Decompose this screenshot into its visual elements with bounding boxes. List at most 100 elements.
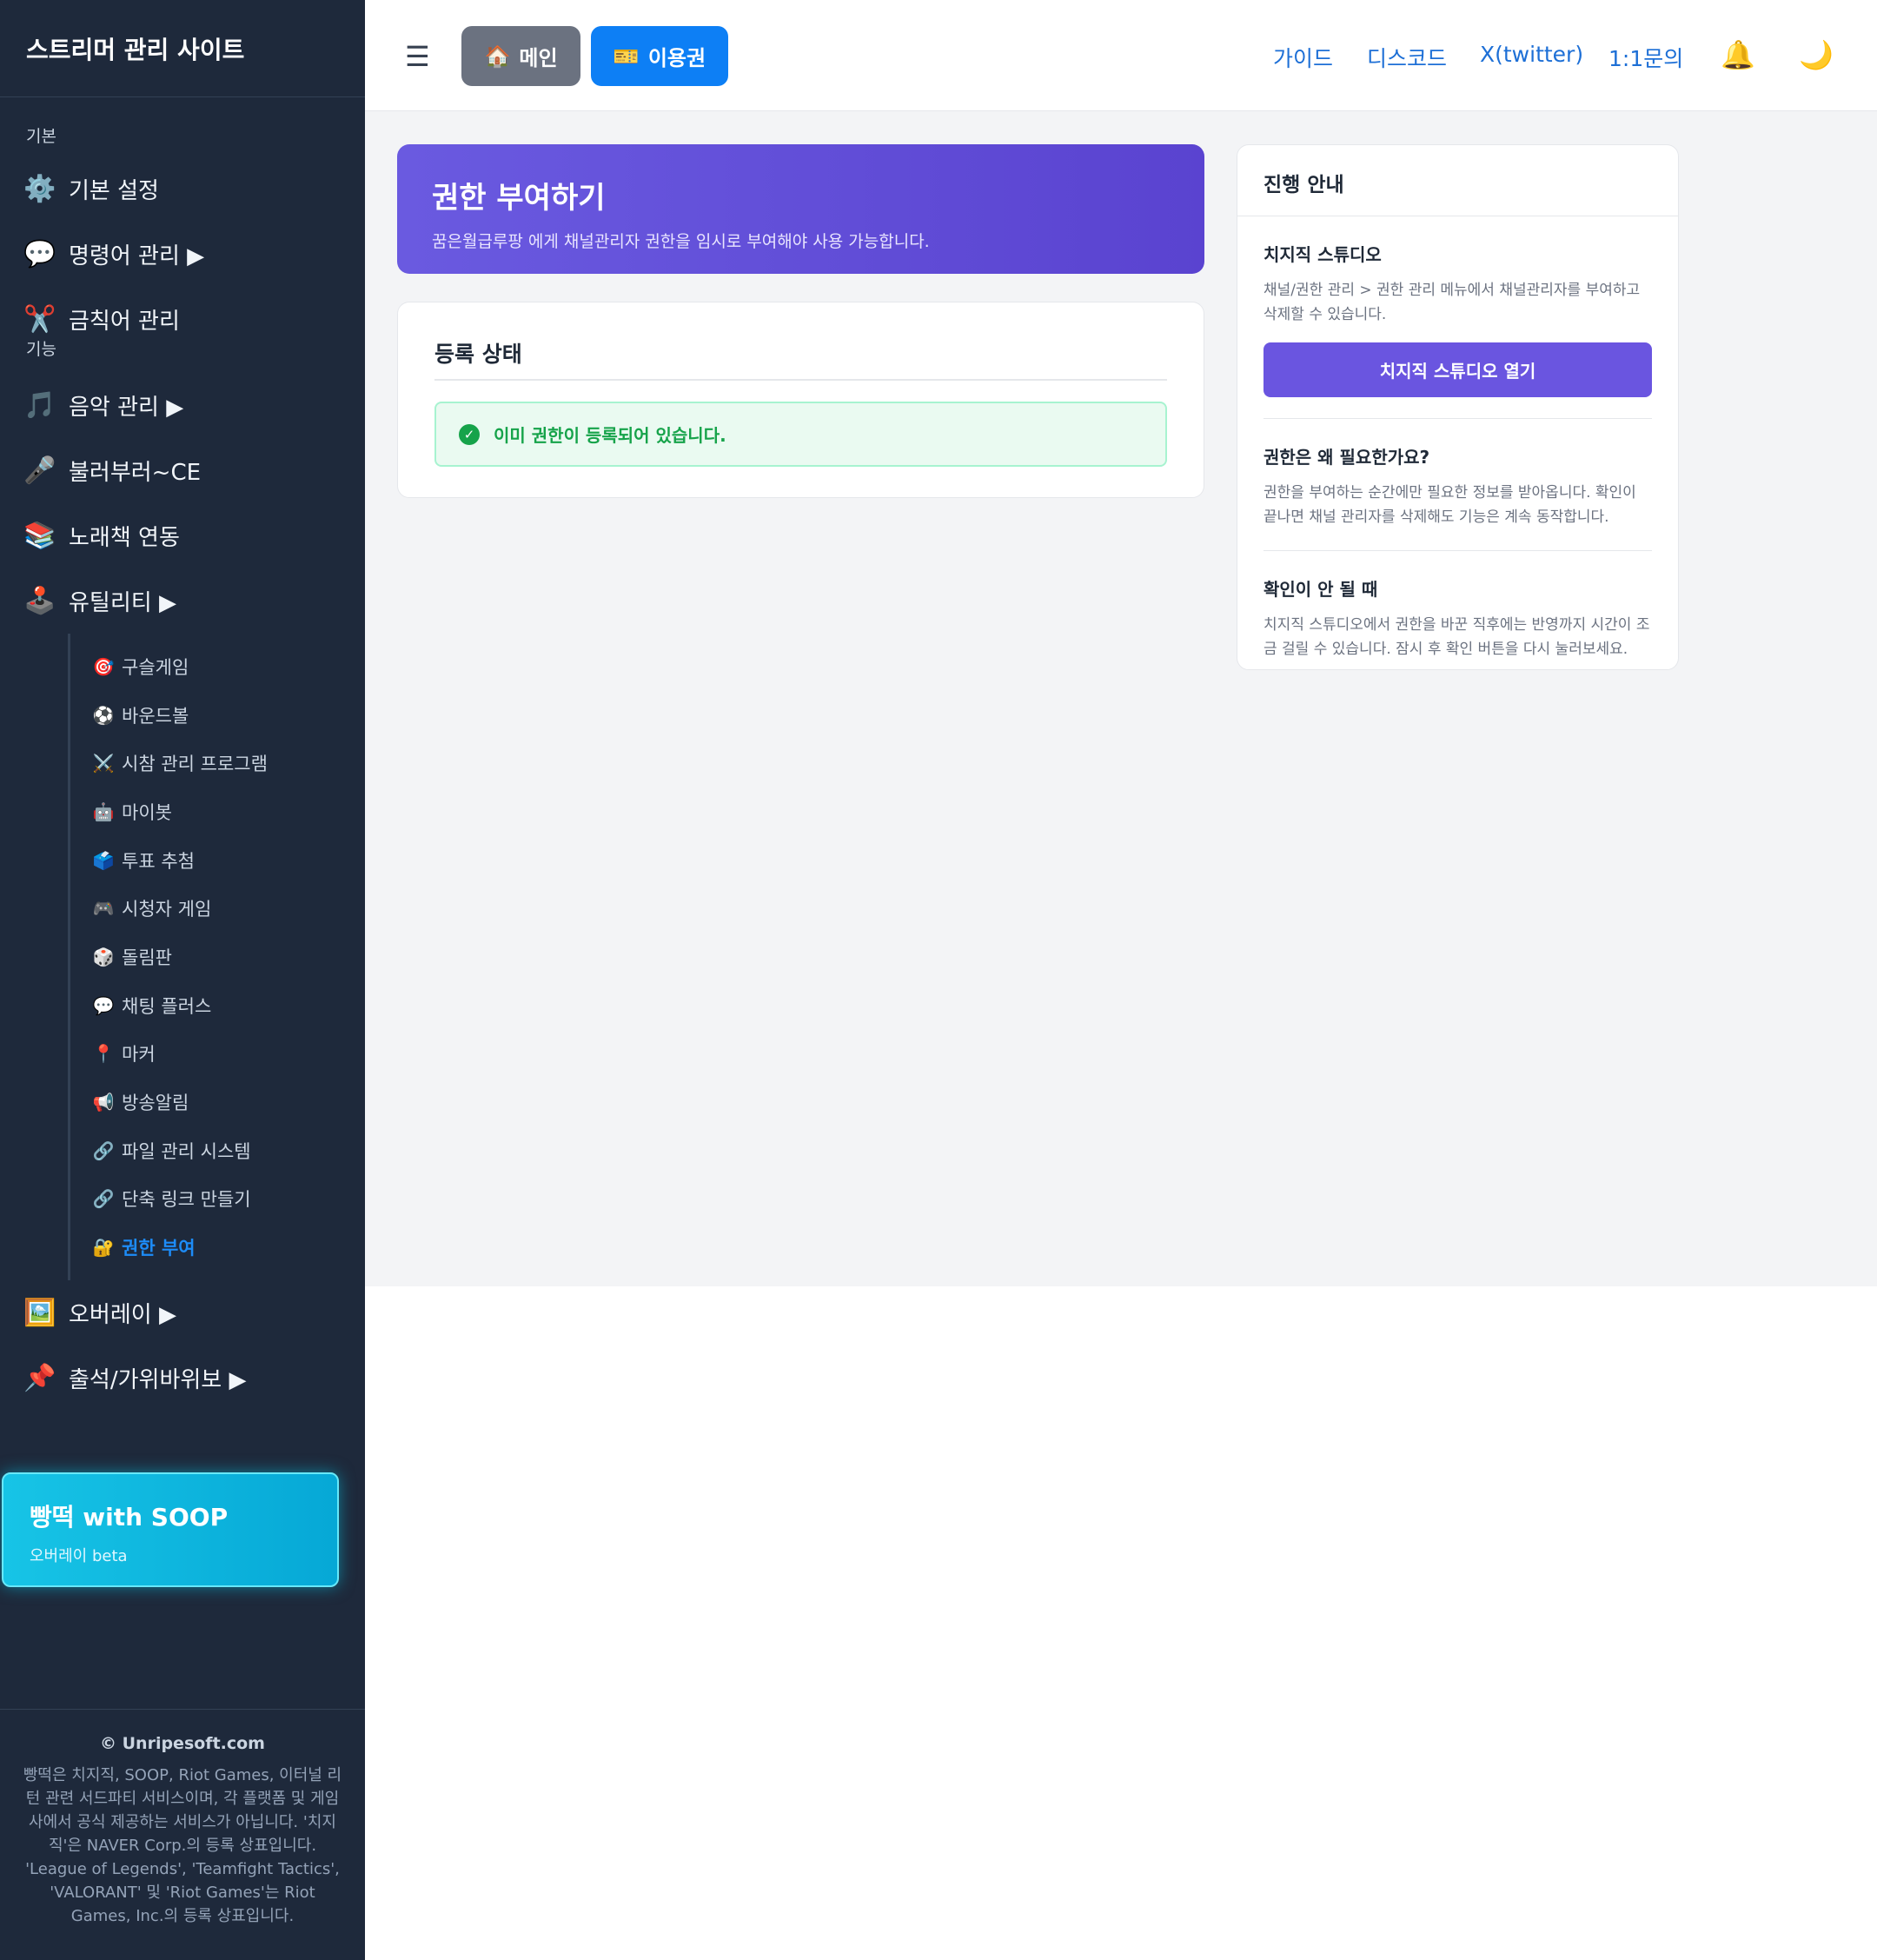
guide-panel: 진행 안내 치지직 스튜디오 채널/권한 관리 > 권한 관리 메뉴에서 채널관… xyxy=(1237,144,1679,670)
status-success-alert: ✓ 이미 권한이 등록되어 있습니다. xyxy=(434,402,1167,467)
sidebar-item-commands[interactable]: 💬 명령어 관리 ▶ xyxy=(0,222,365,287)
section-label-feature: 기능 xyxy=(26,340,56,359)
sidebar-footer: © Unripesoft.com 빵떡은 치지직, SOOP, Riot Gam… xyxy=(0,1709,365,1952)
sidebar-subitem-label: 시청자 게임 xyxy=(122,899,212,920)
soop-subtitle: 오버레이 beta xyxy=(30,1547,128,1565)
microphone-icon: 🎤 xyxy=(23,455,56,486)
page-title: 권한 부여하기 xyxy=(432,181,606,216)
moon-icon[interactable]: 🌙 xyxy=(1799,38,1834,71)
gamepad-icon: 🎮 xyxy=(92,898,115,920)
ticket-button[interactable]: 🎫 이용권 xyxy=(591,26,728,86)
main-content: 권한 부여하기 꿈은월급루팡 에게 채널관리자 권한을 임시로 부여해야 사용 … xyxy=(365,111,1877,1286)
sidebar-item-label: 오버레이 ▶ xyxy=(69,1301,176,1328)
pin-icon: 📍 xyxy=(92,1043,115,1065)
brand-title[interactable]: 스트리머 관리 사이트 xyxy=(0,0,365,97)
section-label-basic: 기본 xyxy=(26,127,56,146)
ticket-button-label: 이용권 xyxy=(647,46,706,70)
guide-section-why: 권한은 왜 필요한가요? 권한을 부여하는 순간에만 필요한 정보를 받아옵니다… xyxy=(1263,419,1652,551)
ballot-box-icon: 🗳️ xyxy=(92,849,115,871)
joystick-icon: 🕹️ xyxy=(23,586,56,616)
twitter-link[interactable]: X(twitter) xyxy=(1480,42,1583,67)
top-bar: ☰ 🏠 메인 🎫 이용권 가이드 디스코드 X(twitter) 1:1문의 🔔… xyxy=(365,0,1877,111)
main-button-label: 메인 xyxy=(519,46,558,70)
ticket-icon: 🎫 xyxy=(613,43,640,69)
speech-bubble-icon: 💬 xyxy=(92,994,115,1016)
sidebar-subitem-viewer-game[interactable]: 🎮 시청자 게임 xyxy=(70,884,365,933)
sidebar-item-label: 출석/가위바위보 ▶ xyxy=(69,1366,247,1393)
pushpin-icon: 📌 xyxy=(23,1362,56,1393)
sidebar-subitem-label: 마커 xyxy=(122,1044,156,1066)
sidebar-subitem-participation-manager[interactable]: ⚔️ 시참 관리 프로그램 xyxy=(70,739,365,787)
guide-section-title: 확인이 안 될 때 xyxy=(1263,579,1378,600)
guide-section-title: 권한은 왜 필요한가요? xyxy=(1263,447,1430,468)
sidebar-item-utility[interactable]: 🕹️ 유틸리티 ▶ xyxy=(0,568,365,634)
music-note-icon: 🎵 xyxy=(23,390,56,421)
soccer-ball-icon: ⚽ xyxy=(92,704,115,726)
sidebar-item-label: 유틸리티 ▶ xyxy=(69,590,176,616)
gear-icon: ⚙️ xyxy=(23,174,56,204)
guide-link[interactable]: 가이드 xyxy=(1273,42,1333,73)
sidebar-subitem-chat-plus[interactable]: 💬 채팅 플러스 xyxy=(70,981,365,1030)
sidebar-subitem-bound-ball[interactable]: ⚽ 바운드볼 xyxy=(70,691,365,740)
guide-section-title: 치지직 스튜디오 xyxy=(1263,244,1382,265)
hamburger-menu-icon[interactable]: ☰ xyxy=(405,40,430,73)
sidebar-item-label: 불러부러~CE xyxy=(69,460,202,486)
page-description: 꿈은월급루팡 에게 채널관리자 권한을 임시로 부여해야 사용 가능합니다. xyxy=(432,232,930,251)
sidebar-subitem-label: 돌림판 xyxy=(122,947,172,968)
guide-title: 진행 안내 xyxy=(1237,145,1678,216)
sidebar-subitem-label: 투표 추첨 xyxy=(122,850,195,872)
sidebar-subitem-short-link[interactable]: 🔗 단축 링크 만들기 xyxy=(70,1175,365,1224)
sidebar-item-music[interactable]: 🎵 음악 관리 ▶ xyxy=(0,373,365,438)
sidebar-subitem-label: 시참 관리 프로그램 xyxy=(122,754,268,775)
link-icon: 🔗 xyxy=(92,1188,115,1210)
sidebar-subitem-roulette[interactable]: 🎲 돌림판 xyxy=(70,933,365,981)
sidebar-item-overlay[interactable]: 🖼️ 오버레이 ▶ xyxy=(0,1280,365,1345)
sidebar-item-attendance[interactable]: 📌 출석/가위바위보 ▶ xyxy=(0,1345,365,1411)
sidebar-subitem-mybot[interactable]: 🤖 마이봇 xyxy=(70,787,365,836)
bell-icon[interactable]: 🔔 xyxy=(1721,38,1755,71)
lock-key-icon: 🔐 xyxy=(92,1237,115,1259)
scissors-icon: ✂️ xyxy=(23,304,56,335)
crossed-swords-icon: ⚔️ xyxy=(92,753,115,774)
inquiry-link[interactable]: 1:1문의 xyxy=(1608,42,1683,73)
sidebar-subitem-label: 마이봇 xyxy=(122,801,172,823)
guide-section-troubleshoot: 확인이 안 될 때 치지직 스튜디오에서 권한을 바꾼 직후에는 반영까지 시간… xyxy=(1263,551,1652,682)
sidebar-item-songbook[interactable]: 📚 노래책 연동 xyxy=(0,503,365,568)
sidebar-item-label: 명령어 관리 ▶ xyxy=(69,243,205,269)
sidebar-item-label: 노래책 연동 xyxy=(69,525,180,551)
megaphone-icon: 📢 xyxy=(92,1092,115,1113)
speech-bubble-icon: 💬 xyxy=(23,239,56,269)
framed-picture-icon: 🖼️ xyxy=(23,1297,56,1328)
hero-banner: 권한 부여하기 꿈은월급루팡 에게 채널관리자 권한을 임시로 부여해야 사용 … xyxy=(397,144,1204,274)
sidebar-subitem-label: 방송알림 xyxy=(122,1093,189,1114)
discord-link[interactable]: 디스코드 xyxy=(1367,42,1447,73)
main-button[interactable]: 🏠 메인 xyxy=(461,26,580,86)
books-icon: 📚 xyxy=(23,521,56,551)
soop-overlay-card[interactable]: 빵떡 with SOOP 오버레이 beta xyxy=(2,1472,339,1587)
sidebar-subitem-file-manager[interactable]: 🔗 파일 관리 시스템 xyxy=(70,1126,365,1175)
sidebar-subitem-marble-game[interactable]: 🎯 구슬게임 xyxy=(70,642,365,691)
sidebar-subitem-label: 단축 링크 만들기 xyxy=(122,1189,251,1211)
sidebar-item-singing[interactable]: 🎤 불러부러~CE xyxy=(0,438,365,503)
status-title: 등록 상태 xyxy=(434,337,1167,381)
sidebar-subitem-label: 구슬게임 xyxy=(122,656,189,678)
guide-section-text: 치지직 스튜디오에서 권한을 바꾼 직후에는 반영까지 시간이 조금 걸릴 수 … xyxy=(1263,616,1650,658)
house-icon: 🏠 xyxy=(484,43,511,69)
sidebar-item-basic-settings[interactable]: ⚙️ 기본 설정 xyxy=(0,156,365,222)
sidebar-subitem-vote-draw[interactable]: 🗳️ 투표 추첨 xyxy=(70,836,365,885)
sidebar: 스트리머 관리 사이트 기본 ⚙️ 기본 설정 💬 명령어 관리 ▶ ✂️ 금칙… xyxy=(0,0,365,1960)
status-message: 이미 권한이 등록되어 있습니다. xyxy=(494,425,726,446)
open-studio-button[interactable]: 치지직 스튜디오 열기 xyxy=(1263,342,1652,397)
guide-section-text: 채널/권한 관리 > 권한 관리 메뉴에서 채널관리자를 부여하고 삭제할 수 … xyxy=(1263,282,1641,323)
soop-title: 빵떡 with SOOP xyxy=(30,1503,229,1531)
guide-section-studio: 치지직 스튜디오 채널/권한 관리 > 권한 관리 메뉴에서 채널관리자를 부여… xyxy=(1263,216,1652,419)
sidebar-subitem-marker[interactable]: 📍 마커 xyxy=(70,1030,365,1079)
guide-section-text: 권한을 부여하는 순간에만 필요한 정보를 받아옵니다. 확인이 끝나면 채널 … xyxy=(1263,484,1636,526)
sidebar-subitem-label: 권한 부여 xyxy=(122,1238,196,1259)
sidebar-item-label: 금칙어 관리 xyxy=(69,309,180,335)
sidebar-subitem-broadcast-alert[interactable]: 📢 방송알림 xyxy=(70,1078,365,1126)
registration-status-card: 등록 상태 ✓ 이미 권한이 등록되어 있습니다. xyxy=(397,302,1204,498)
sidebar-subitem-grant-permission[interactable]: 🔐 권한 부여 xyxy=(70,1223,365,1272)
copyright: © Unripesoft.com xyxy=(100,1734,265,1753)
sidebar-subitem-label: 파일 관리 시스템 xyxy=(122,1140,251,1162)
